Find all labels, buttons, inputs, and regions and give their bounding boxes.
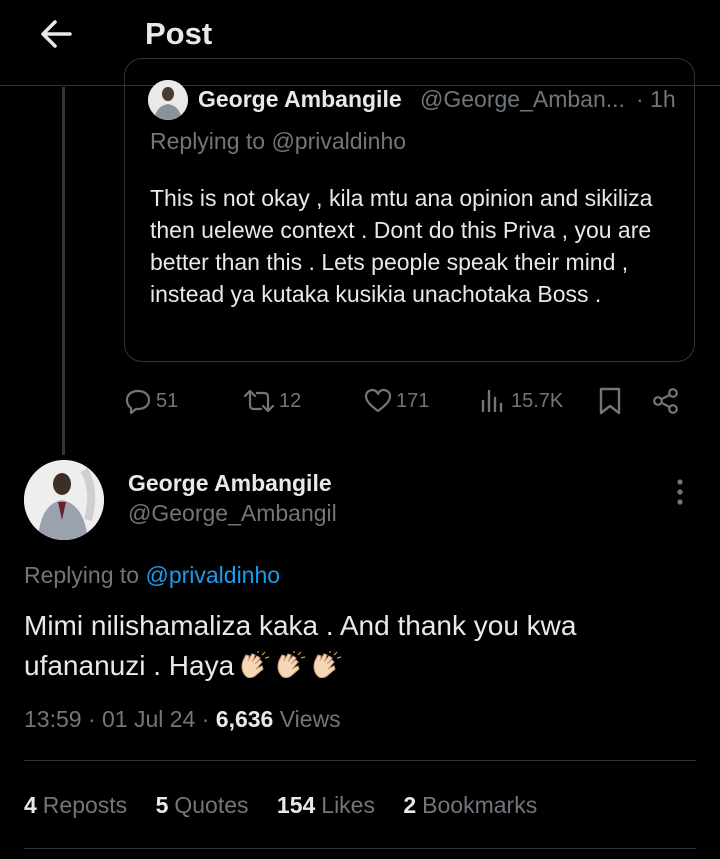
quoted-post-text: This is not okay , kila mtu ana opinion … (150, 185, 653, 307)
analytics-icon (481, 389, 503, 413)
views-count: 15.7K (511, 389, 564, 412)
share-button[interactable] (652, 384, 680, 418)
quoted-post-time[interactable]: · 1h (636, 86, 676, 113)
bookmark-icon (599, 387, 621, 415)
page-title: Post (145, 16, 213, 51)
heart-icon (364, 388, 392, 413)
reposts-label: Reposts (42, 792, 128, 818)
repost-count: 12 (279, 389, 302, 412)
quoted-author-handle[interactable]: @George_Amban... (420, 86, 625, 113)
repost-icon (243, 389, 275, 413)
bookmarks-stat[interactable]: 2 Bookmarks (403, 792, 537, 818)
share-icon (653, 388, 678, 414)
quotes-count: 5 (155, 792, 169, 818)
divider (24, 760, 696, 761)
bookmark-button[interactable] (597, 384, 623, 418)
likes-count: 154 (276, 792, 316, 818)
author-name[interactable]: George Ambangile (128, 470, 332, 497)
like-count: 171 (396, 389, 430, 412)
clapping-hands-emojis (234, 650, 342, 681)
quotes-stat[interactable]: 5 Quotes (156, 792, 249, 818)
divider (24, 848, 696, 849)
reposts-stat[interactable]: 4 Reposts (24, 792, 127, 818)
clapping-hands-icon (313, 651, 342, 679)
mention-link[interactable]: @privaldinho (145, 562, 280, 588)
likes-label: Likes (321, 792, 375, 818)
bookmarks-label: Bookmarks (422, 792, 538, 818)
reposts-count: 4 (24, 792, 37, 818)
replying-to: Replying to @privaldinho (24, 562, 280, 589)
clapping-hands-icon (277, 651, 306, 679)
author-avatar[interactable] (24, 460, 104, 540)
views-label: Views (273, 706, 341, 732)
more-vertical-icon (677, 479, 683, 505)
bookmarks-count: 2 (403, 792, 417, 818)
reply-icon (125, 389, 151, 415)
quoted-author-avatar[interactable] (148, 80, 188, 120)
repost-button[interactable]: 12 (243, 384, 301, 418)
reply-count: 51 (156, 389, 179, 412)
reply-button[interactable]: 51 (124, 384, 178, 418)
arrow-left-icon (41, 20, 72, 48)
author-handle[interactable]: @George_Ambangil (128, 500, 337, 527)
post-text-block: Mimi nilishamaliza kaka . And thank you … (24, 606, 684, 686)
clapping-hands-icon (241, 651, 270, 679)
post-timestamp[interactable]: 13:59 · 01 Jul 24 · (24, 706, 216, 732)
like-button[interactable]: 171 (364, 384, 429, 418)
quoted-author-name[interactable]: George Ambangile (198, 86, 402, 113)
quoted-replying-to: Replying to @privaldinho (150, 128, 407, 154)
engagement-stats: 4 Reposts 5 Quotes 154 Likes 2 Bookmarks (24, 792, 559, 819)
back-button[interactable] (36, 14, 76, 54)
thread-connector (62, 87, 65, 455)
more-options-button[interactable] (664, 476, 696, 508)
quotes-label: Quotes (174, 792, 249, 818)
post-metadata: 13:59 · 01 Jul 24 · 6,636 Views (24, 706, 341, 733)
views-button[interactable]: 15.7K (479, 384, 563, 418)
replying-prefix: Replying to (24, 562, 146, 588)
likes-stat[interactable]: 154 Likes (277, 792, 375, 818)
views-total[interactable]: 6,636 (216, 706, 274, 732)
